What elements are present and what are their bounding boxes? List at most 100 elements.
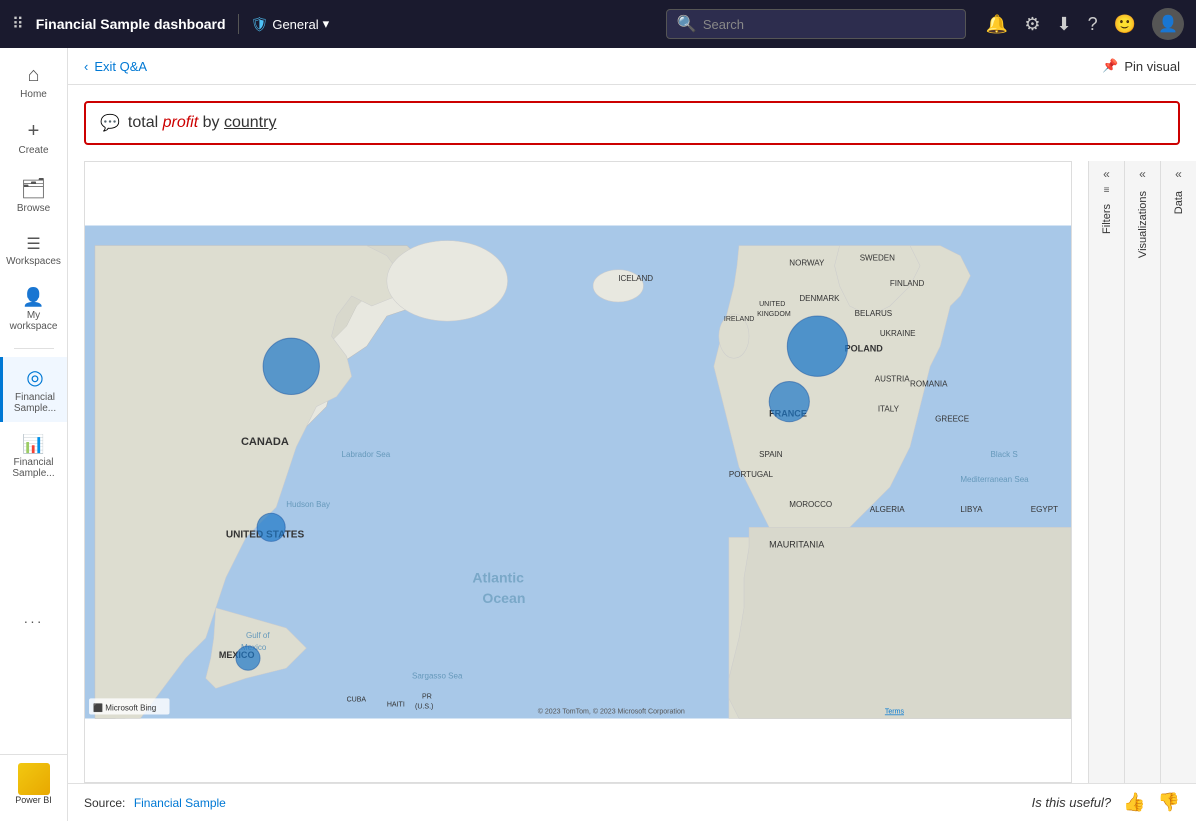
med-label: Mediterranean Sea: [960, 475, 1029, 484]
spain-label: SPAIN: [759, 450, 783, 459]
sidebar-divider: [14, 348, 54, 349]
exit-qa-button[interactable]: ‹ Exit Q&A: [84, 59, 147, 74]
pin-visual-button[interactable]: 📌 Pin visual: [1102, 58, 1180, 74]
sidebar: ⌂ Home + Create 🗂 Browse ☰ Workspaces 👤 …: [0, 48, 68, 821]
my-workspace-icon: 👤: [22, 287, 44, 308]
source-prefix: Source:: [84, 796, 125, 810]
sidebar-label-create: Create: [18, 145, 48, 156]
map-container: CANADA UNITED STATES MEXICO ICELAND NORW…: [84, 161, 1072, 783]
query-highlight-profit: profit: [163, 114, 199, 131]
browse-icon: 🗂: [21, 176, 46, 201]
portugal-label: PORTUGAL: [729, 470, 774, 479]
usa-bubble: [257, 513, 285, 541]
bing-logo-text: ⬛ Microsoft Bing: [93, 702, 156, 712]
italy-label: ITALY: [878, 405, 900, 414]
feedback-icon[interactable]: 🙂: [1114, 14, 1136, 35]
more-icon: ···: [24, 613, 44, 629]
powerbi-logo: Power BI: [0, 754, 67, 813]
source-link[interactable]: Financial Sample: [134, 796, 226, 810]
qa-header: ‹ Exit Q&A 📌 Pin visual: [68, 48, 1196, 85]
query-text: total profit by country: [128, 114, 277, 132]
query-box[interactable]: 💬 total profit by country: [84, 101, 1180, 145]
sargasso-label: Sargasso Sea: [412, 671, 463, 680]
sidebar-item-financial-sample-2[interactable]: 📊 Financial Sample...: [0, 426, 67, 487]
visualizations-panel[interactable]: « Visualizations: [1124, 161, 1160, 783]
ireland-label: IRELAND: [724, 316, 754, 323]
uk-label2: KINGDOM: [757, 311, 791, 318]
uk-label: UNITED: [759, 301, 785, 308]
source-section: Source: Financial Sample: [84, 794, 226, 812]
atlantic-label: Atlantic: [472, 570, 524, 586]
mexico-bubble: [236, 646, 260, 670]
query-highlight-country: country: [224, 114, 276, 131]
create-icon: +: [28, 120, 40, 143]
finland-label: FINLAND: [890, 279, 925, 288]
useful-question: Is this useful?: [1032, 795, 1112, 810]
sidebar-item-financial-sample-1[interactable]: ◎ Financial Sample...: [0, 357, 67, 422]
shield-icon: 🛡: [251, 16, 269, 33]
dashboard-title: Financial Sample dashboard: [36, 16, 226, 32]
filters-collapse-icon[interactable]: «: [1103, 167, 1110, 181]
filters-panel-label: Filters: [1099, 198, 1115, 240]
copyright-text: © 2023 TomTom, © 2023 Microsoft Corporat…: [538, 707, 685, 715]
sidebar-label-workspaces: Workspaces: [6, 256, 61, 267]
sidebar-label-financial-1: Financial Sample...: [7, 392, 63, 414]
visualizations-collapse-icon[interactable]: «: [1139, 167, 1146, 181]
visualizations-panel-label: Visualizations: [1135, 185, 1151, 264]
sidebar-label-my-workspace: My workspace: [4, 310, 63, 332]
sidebar-item-browse[interactable]: 🗂 Browse: [0, 168, 67, 222]
thumbs-down-button[interactable]: 👎: [1158, 792, 1180, 813]
greece-label: GREECE: [935, 415, 970, 424]
thumbs-up-button[interactable]: 👍: [1123, 792, 1145, 813]
sidebar-item-create[interactable]: + Create: [0, 112, 67, 164]
belarus-label: BELARUS: [855, 309, 893, 318]
ocean-label: Ocean: [482, 590, 525, 606]
exit-qa-label: Exit Q&A: [94, 59, 147, 74]
labrador-label: Labrador Sea: [342, 450, 391, 459]
cuba-label: CUBA: [347, 696, 367, 703]
bottom-bar: Source: Financial Sample Is this useful?…: [68, 783, 1196, 821]
sidebar-item-workspaces[interactable]: ☰ Workspaces: [0, 226, 67, 275]
search-input[interactable]: [703, 17, 955, 32]
pin-icon: 📌: [1102, 58, 1118, 74]
download-icon[interactable]: ⬇: [1056, 14, 1071, 35]
sidebar-label-browse: Browse: [17, 203, 50, 214]
haiti-label: HAITI: [387, 701, 405, 708]
data-panel[interactable]: « Data: [1160, 161, 1196, 783]
sidebar-item-my-workspace[interactable]: 👤 My workspace: [0, 279, 67, 340]
filters-menu-icon: ≡: [1104, 185, 1110, 196]
home-icon: ⌂: [27, 64, 39, 87]
norway-label: NORWAY: [789, 259, 825, 268]
general-menu[interactable]: 🛡 General ▾: [251, 16, 330, 33]
libya-label: LIBYA: [960, 505, 983, 514]
filters-panel[interactable]: « ≡ Filters: [1088, 161, 1124, 783]
query-icon: 💬: [100, 113, 120, 133]
sidebar-item-more[interactable]: ···: [0, 605, 67, 637]
workspaces-icon: ☰: [26, 234, 40, 254]
topbar: ⠿ Financial Sample dashboard 🛡 General ▾…: [0, 0, 1196, 48]
iceland-label: ICELAND: [618, 274, 653, 283]
powerbi-icon: [18, 763, 50, 795]
notifications-icon[interactable]: 🔔: [986, 14, 1008, 35]
back-icon: ‹: [84, 59, 88, 74]
avatar[interactable]: 👤: [1152, 8, 1184, 40]
help-icon[interactable]: ?: [1088, 14, 1098, 35]
pr-label: PR: [422, 693, 432, 700]
apps-grid-icon[interactable]: ⠿: [12, 14, 24, 34]
general-label: General: [272, 17, 318, 32]
powerbi-label: Power BI: [15, 795, 52, 805]
search-bar[interactable]: 🔍: [666, 9, 966, 39]
denmark-label: DENMARK: [799, 294, 840, 303]
egypt-label: EGYPT: [1031, 505, 1058, 514]
data-collapse-icon[interactable]: «: [1175, 167, 1182, 181]
gulf-label: Gulf of: [246, 631, 270, 640]
sidebar-item-home[interactable]: ⌂ Home: [0, 56, 67, 108]
poland-label: POLAND: [845, 343, 884, 353]
pin-visual-label: Pin visual: [1124, 59, 1180, 74]
sidebar-label-home: Home: [20, 89, 47, 100]
austria-label: AUSTRIA: [875, 374, 910, 383]
sidebar-label-financial-2: Financial Sample...: [4, 457, 63, 479]
settings-icon[interactable]: ⚙: [1024, 14, 1040, 35]
terms-link[interactable]: Terms: [885, 708, 905, 715]
right-panels: « ≡ Filters « Visualizations « Data: [1088, 161, 1196, 783]
